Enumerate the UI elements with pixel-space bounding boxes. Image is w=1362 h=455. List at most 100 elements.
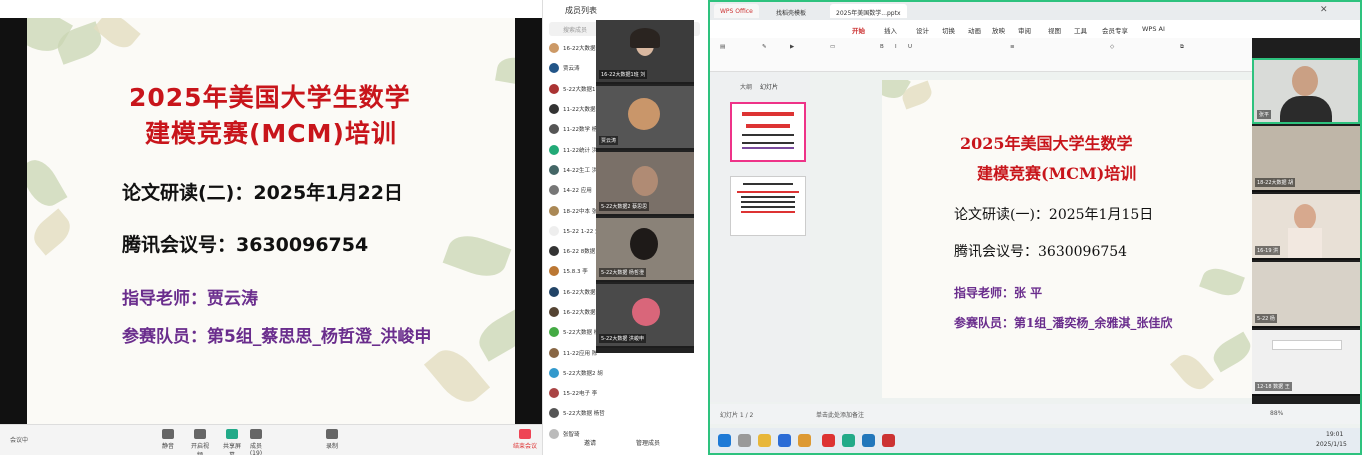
shared-slide: 2025年美国大学生数学 建模竞赛(MCM)培训 论文研读(二)：2025年1月… — [27, 18, 542, 424]
search-icon[interactable] — [738, 434, 751, 447]
video-tile[interactable]: 5-22大数据 杨哲澄 — [596, 218, 694, 282]
share-screen-button[interactable]: 共享屏幕 — [222, 429, 242, 455]
participant-name: 15.8.3 李 — [563, 269, 588, 276]
avatar — [549, 83, 559, 94]
folder-icon[interactable] — [758, 434, 771, 447]
members-button[interactable]: 成员(19) — [246, 429, 266, 455]
avatar — [549, 367, 559, 378]
app-icon[interactable] — [862, 434, 875, 447]
app-icon[interactable] — [798, 434, 811, 447]
camera-icon — [194, 429, 206, 439]
menu-item[interactable]: 会员专享 — [1102, 25, 1128, 35]
menu-item[interactable]: 切换 — [942, 25, 955, 35]
notes-placeholder[interactable]: 单击此处添加备注 — [816, 410, 864, 419]
italic-icon[interactable]: I — [895, 44, 897, 50]
zoom-level[interactable]: 88% — [1270, 410, 1283, 417]
slide-title-line2: 建模竞赛(MCM)培训 — [145, 119, 397, 148]
underline-icon[interactable]: U — [908, 44, 912, 50]
avatar — [549, 164, 559, 175]
app-icon[interactable] — [882, 434, 895, 447]
end-meeting-button[interactable]: 结束会议 — [512, 429, 538, 450]
slide-title-line2: 建模竞赛(MCM)培训 — [977, 164, 1137, 183]
menu-item[interactable]: 放映 — [992, 25, 1005, 35]
invite-button[interactable]: 邀请 — [584, 438, 596, 447]
menu-item[interactable]: 设计 — [916, 25, 929, 35]
status-bar: 幻灯片 1 / 2 单击此处添加备注 88% — [710, 404, 1360, 424]
avatar — [549, 104, 559, 115]
avatar — [549, 246, 559, 257]
video-tile[interactable]: 5-22大数据 洪峻申 — [596, 284, 694, 348]
menu-item[interactable]: 视图 — [1048, 25, 1061, 35]
video-button[interactable]: 开启视频 — [190, 429, 210, 455]
slide-session-date: 论文研读(一)：2025年1月15日 — [954, 207, 1154, 223]
ribbon-toolbar: ▤ ✎ ▶ ▭ B I U ≡ ◇ ⧉ — [710, 38, 1255, 72]
slide-title-line1: 2025年美国大学生数学 — [960, 134, 1133, 153]
avatar — [549, 388, 559, 399]
participant-name: 5-22大数据 杨 — [563, 330, 600, 337]
arrange-icon[interactable]: ⧉ — [1180, 44, 1184, 51]
menu-item[interactable]: WPS AI — [1142, 25, 1165, 33]
video-tile[interactable]: 5-22大数据2 蔡思思 — [596, 152, 694, 216]
slide-team-members: 参赛队员：第5组_蔡思思_杨哲澄_洪峻申 — [122, 327, 432, 347]
slide-thumbnail[interactable] — [730, 176, 806, 236]
play-icon[interactable]: ▶ — [790, 44, 794, 50]
slide-team-members: 参赛队员：第1组_潘奕杨_余雅淇_张佳欣 — [954, 316, 1173, 330]
meeting-status: 会议中 — [10, 437, 29, 444]
screenshot-root: 2025年美国大学生数学 建模竞赛(MCM)培训 论文研读(二)：2025年1月… — [0, 0, 1362, 455]
avatar — [549, 43, 559, 54]
video-tile[interactable]: 12-18 数据 王 — [1252, 330, 1360, 396]
meeting-icon[interactable] — [842, 434, 855, 447]
record-button[interactable]: 录制 — [322, 429, 342, 450]
video-tile[interactable]: 贾云涛 — [596, 86, 694, 150]
avatar — [549, 327, 559, 338]
tab-wps[interactable]: WPS Office — [714, 4, 759, 18]
video-tile[interactable]: 5-22 杨 — [1252, 262, 1360, 328]
participants-footer: 邀请 管理成员 — [542, 430, 706, 455]
video-tile[interactable]: 18-22大数据 胡 — [1252, 126, 1360, 192]
menu-item[interactable]: 工具 — [1074, 25, 1087, 35]
participant-row[interactable]: 15-22电子 李 — [543, 383, 706, 403]
avatar — [549, 408, 559, 419]
browser-icon[interactable] — [778, 434, 791, 447]
slides-tab[interactable]: 幻灯片 — [760, 82, 778, 91]
menu-item[interactable]: 开始 — [852, 25, 865, 35]
shape-icon[interactable]: ◇ — [1110, 44, 1114, 50]
paste-icon[interactable]: ▤ — [720, 44, 725, 50]
participant-row[interactable]: 5-22大数据 杨哲 — [543, 403, 706, 423]
participant-name: 16-22 8数据 — [563, 249, 596, 256]
manage-members-button[interactable]: 管理成员 — [636, 438, 660, 447]
video-tile[interactable]: 张平 — [1252, 58, 1360, 124]
tab-presentation[interactable]: 2025年美国数学...pptx — [830, 4, 907, 18]
slide-counter: 幻灯片 1 / 2 — [720, 412, 754, 419]
tab-templates[interactable]: 找稻壳模板 — [770, 4, 812, 18]
right-video-strip: 张平 18-22大数据 胡 16-19 洪 5-22 杨 12-18 数据 王 — [1252, 38, 1360, 404]
video-tile[interactable]: 16-19 洪 — [1252, 194, 1360, 260]
participant-name: 5-22大数据 杨哲 — [563, 411, 605, 418]
clock-time: 19:01 — [1326, 431, 1344, 438]
edit-slide[interactable]: 2025年美国大学生数学 建模竞赛(MCM)培训 论文研读(一)：2025年1月… — [882, 80, 1255, 398]
mute-button[interactable]: 静音 — [158, 429, 178, 450]
outline-tab[interactable]: 大纲 — [740, 82, 752, 91]
menu-item[interactable]: 插入 — [884, 25, 897, 35]
align-icon[interactable]: ≡ — [1010, 44, 1015, 50]
menu-item[interactable]: 审阅 — [1018, 25, 1031, 35]
menu-item[interactable]: 动画 — [968, 25, 981, 35]
avatar — [549, 347, 559, 358]
avatar — [549, 185, 559, 196]
avatar — [549, 266, 559, 277]
mic-icon — [162, 429, 174, 439]
format-painter-icon[interactable]: ✎ — [762, 44, 767, 50]
participant-name: 14-22 应用 — [563, 188, 592, 195]
bold-icon[interactable]: B — [880, 44, 884, 50]
wps-window: WPS Office 找稻壳模板 2025年美国数学...pptx ✕ 开始 插入… — [708, 0, 1362, 455]
avatar — [549, 63, 559, 74]
close-icon[interactable]: ✕ — [1320, 5, 1328, 15]
slide-thumbnail[interactable] — [730, 102, 806, 162]
avatar — [549, 307, 559, 317]
wps-icon[interactable] — [822, 434, 835, 447]
exit-icon — [519, 429, 531, 439]
video-tile[interactable]: 16-22大数据1班 刘 — [596, 20, 694, 84]
participant-row[interactable]: 5-22大数据2 胡 — [543, 363, 706, 383]
start-icon[interactable] — [718, 434, 731, 447]
new-slide-icon[interactable]: ▭ — [830, 44, 835, 50]
